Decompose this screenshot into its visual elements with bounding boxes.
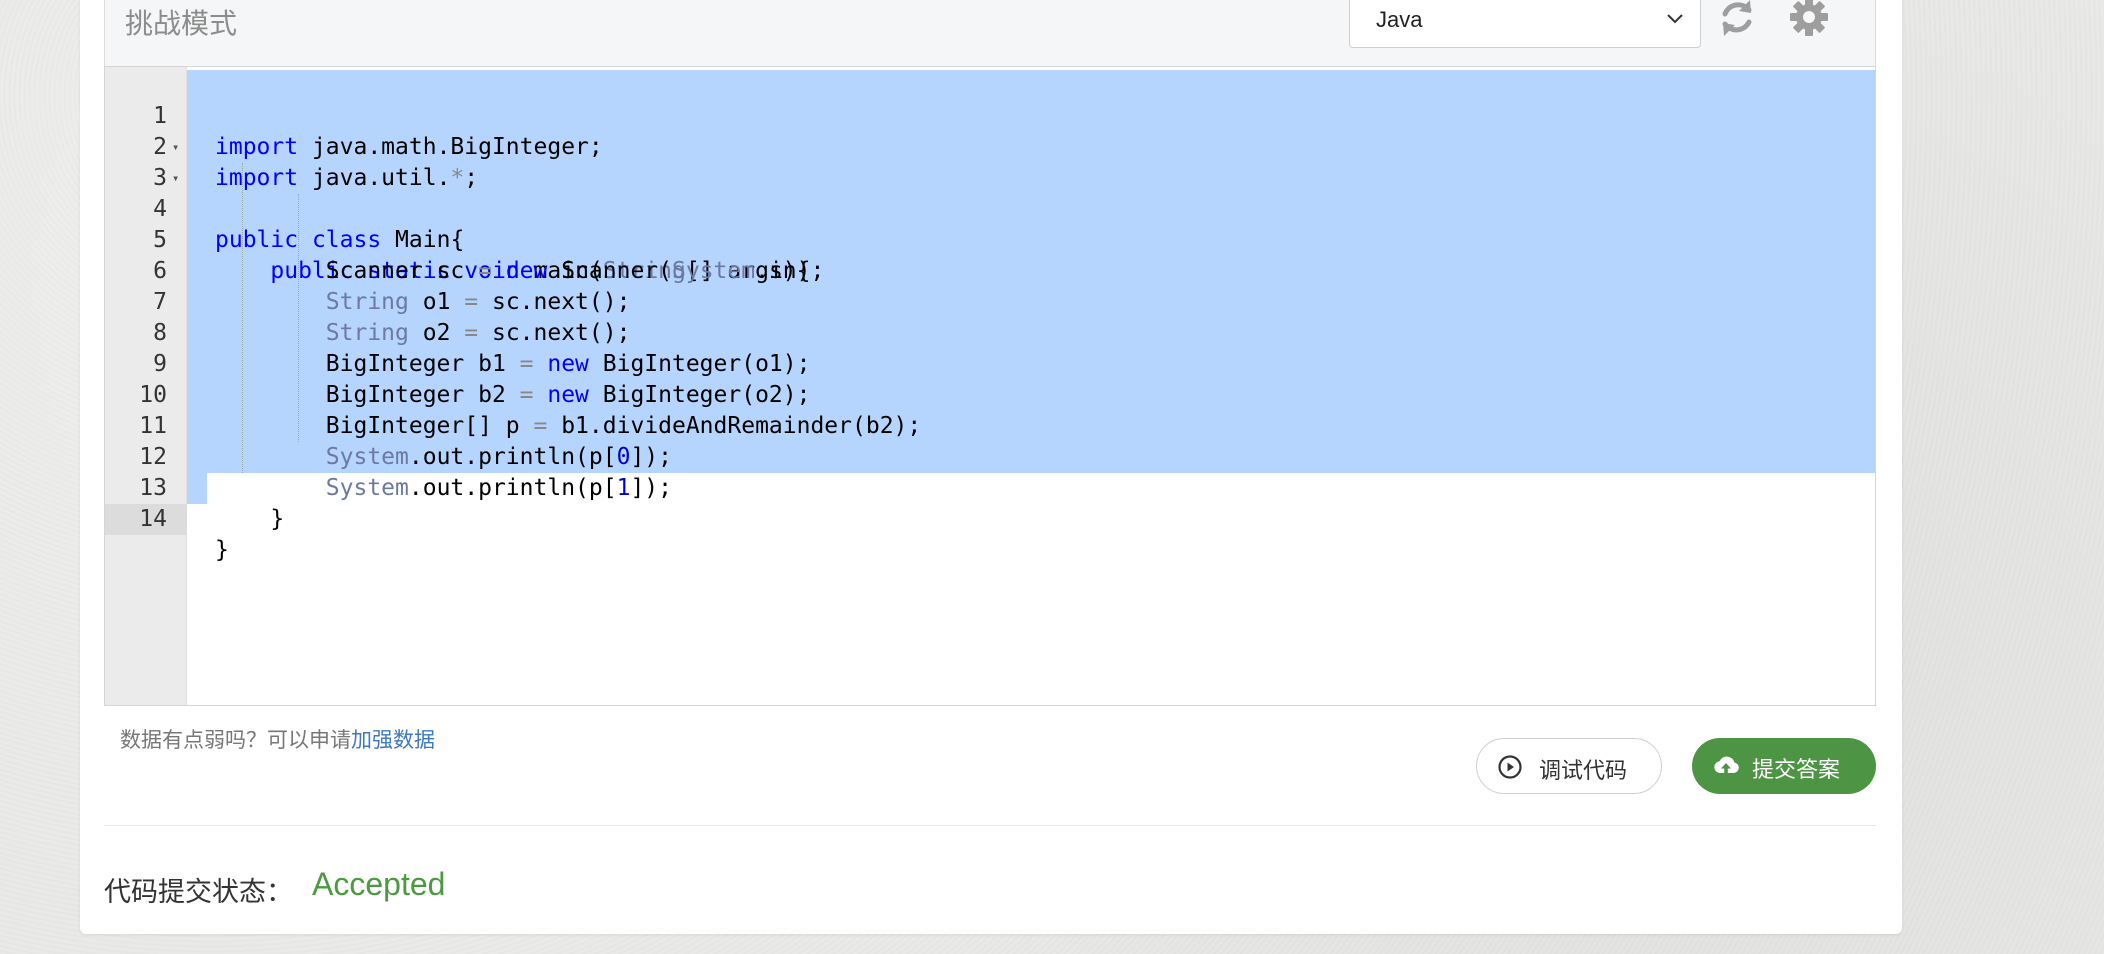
code-line: 11 System.out.println(p[0]);: [105, 380, 1875, 470]
code-line: 3 ▾ public class Main{: [105, 132, 1875, 253]
language-value: Java: [1376, 7, 1423, 32]
code-line: 2 import java.util.*;: [105, 101, 1875, 191]
gear-icon[interactable]: [1788, 0, 1830, 38]
play-circle-icon: [1498, 755, 1522, 779]
hint-text: 数据有点弱吗？可以申请: [120, 729, 351, 752]
strengthen-data-link[interactable]: 加强数据: [351, 729, 435, 752]
fold-arrow-icon[interactable]: ▾: [172, 163, 179, 194]
chevron-down-icon: [1667, 14, 1683, 24]
code-line: 12 System.out.println(p[1]);: [105, 411, 1875, 501]
debug-code-label: 调试代码: [1539, 758, 1628, 783]
debug-code-button[interactable]: 调试代码: [1476, 738, 1662, 794]
code-panel: 挑战模式 Java 1 import java.math.BigInteger;…: [80, 0, 1902, 934]
submit-answer-label: 提交答案: [1752, 757, 1841, 782]
code-line: 14 }: [105, 473, 1875, 563]
editor-toolbar: 挑战模式 Java: [104, 0, 1876, 66]
code-line: 4 ▾ public static void main(String[] arg…: [105, 163, 1875, 284]
code-line: 1 import java.math.BigInteger;: [105, 70, 1875, 160]
submit-answer-button[interactable]: 提交答案: [1692, 738, 1876, 794]
mode-title: 挑战模式: [125, 8, 238, 39]
line-number-active: 14: [105, 504, 187, 535]
code-text: }: [215, 537, 229, 563]
code-line: 7 String o2 = sc.next();: [105, 256, 1875, 346]
refresh-icon[interactable]: [1717, 0, 1757, 40]
data-hint: 数据有点弱吗？可以申请加强数据: [120, 724, 435, 754]
submission-status-value: Accepted: [312, 866, 446, 902]
code-line: 6 String o1 = sc.next();: [105, 225, 1875, 315]
fold-arrow-icon[interactable]: ▾: [172, 132, 179, 163]
language-select[interactable]: Java: [1349, 0, 1701, 48]
section-divider: [104, 825, 1876, 826]
code-line: 5 Scanner sc = new Scanner(System.in);: [105, 194, 1875, 284]
code-line: 8 BigInteger b1 = new BigInteger(o1);: [105, 287, 1875, 377]
cloud-upload-icon: [1714, 756, 1739, 774]
code-line: 13 }: [105, 442, 1875, 532]
code-text: }: [215, 506, 285, 532]
code-editor[interactable]: 1 import java.math.BigInteger; 2 import …: [104, 66, 1876, 706]
code-line: 10 BigInteger[] p = b1.divideAndRemainde…: [105, 349, 1875, 439]
code-line: 9 BigInteger b2 = new BigInteger(o2);: [105, 318, 1875, 408]
submission-status-label: 代码提交状态：: [104, 877, 293, 907]
